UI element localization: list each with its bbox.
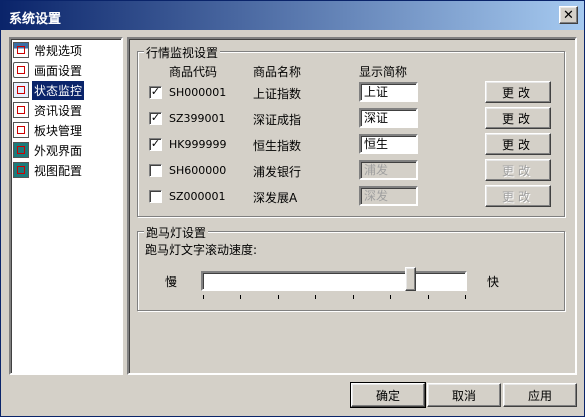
change-button-label: 更改	[501, 111, 534, 126]
cancel-button[interactable]: 取消	[427, 383, 501, 407]
row-name: 深发展A	[253, 191, 298, 205]
nav-item-1[interactable]: 常规选项	[13, 41, 84, 59]
market-group-title: 行情监视设置	[144, 44, 221, 61]
slider-tick	[203, 295, 204, 299]
view-config-icon	[13, 162, 29, 178]
change-button-label: 更改	[501, 85, 534, 100]
title-bar[interactable]: 系统设置 ✕	[1, 1, 584, 30]
slider-tick	[390, 295, 392, 299]
display-settings-icon	[13, 62, 29, 78]
nav-item-label: 常规选项	[34, 43, 83, 58]
settings-content-panel: 行情监视设置 商品代码 商品名称 显示简称 ✓ SH000001 上证指数 上证 更改 ✓…	[127, 37, 577, 375]
nav-item-label: 画面设置	[34, 63, 83, 78]
nav-item-7[interactable]: 视图配置	[13, 161, 84, 179]
slider-tick	[277, 295, 279, 299]
general-options-icon	[13, 42, 29, 58]
appearance-icon	[13, 142, 29, 158]
settings-nav-list[interactable]: 常规选项画面设置状态监控资讯设置板块管理外观界面视图配置	[9, 37, 123, 375]
nav-item-label: 板块管理	[34, 123, 83, 138]
header-code: 商品代码	[169, 65, 218, 79]
row-short-name-field[interactable]: 上证	[359, 82, 418, 102]
row-checkbox[interactable]: ✓	[149, 138, 162, 151]
row-code: SH600000	[169, 164, 227, 177]
row-short-name-field[interactable]: 浦发	[359, 160, 418, 180]
nav-item-5[interactable]: 板块管理	[13, 121, 84, 139]
settings-dialog: 系统设置 ✕ 常规选项画面设置状态监控资讯设置板块管理外观界面视图配置 行情监视…	[0, 0, 585, 417]
ok-button[interactable]: 确定	[350, 382, 426, 408]
info-settings-icon	[13, 102, 29, 118]
header-short: 显示简称	[359, 65, 408, 79]
header-name: 商品名称	[253, 65, 302, 79]
row-name: 上证指数	[253, 87, 302, 101]
nav-item-label: 资讯设置	[34, 103, 83, 118]
slider-tick	[465, 295, 466, 299]
nav-item-label: 外观界面	[34, 143, 83, 158]
row-code: SH000001	[169, 86, 227, 99]
apply-button[interactable]: 应用	[503, 383, 577, 407]
slider-tick	[427, 295, 429, 299]
row-short-name-field[interactable]: 恒生	[359, 134, 418, 154]
nav-item-label: 状态监控	[32, 80, 85, 100]
slider-tick	[240, 295, 242, 299]
window-title: 系统设置	[9, 12, 62, 27]
marquee-speed-slider-thumb[interactable]	[404, 267, 416, 291]
row-short-name-field[interactable]: 深证	[359, 108, 418, 128]
row-name: 浦发银行	[253, 165, 302, 179]
apply-button-label: 应用	[527, 388, 552, 403]
marquee-speed-label: 跑马灯文字滚动速度:	[145, 243, 258, 257]
nav-item-2[interactable]: 画面设置	[13, 61, 84, 79]
nav-item-4[interactable]: 资讯设置	[13, 101, 84, 119]
sector-manage-icon	[13, 122, 29, 138]
row-checkbox[interactable]	[149, 164, 162, 177]
close-button[interactable]: ✕	[559, 6, 578, 24]
row-name: 恒生指数	[253, 139, 302, 153]
cancel-button-label: 取消	[451, 388, 476, 403]
change-button-label: 更改	[501, 189, 534, 204]
row-change-button[interactable]: 更改	[485, 185, 551, 207]
row-code: HK999999	[169, 138, 227, 151]
row-change-button[interactable]: 更改	[485, 159, 551, 181]
ok-button-label: 确定	[375, 388, 400, 403]
row-change-button[interactable]: 更改	[485, 81, 551, 103]
row-short-name-field[interactable]: 深发	[359, 186, 418, 206]
row-code: SZ000001	[169, 190, 226, 203]
marquee-speed-slider[interactable]	[201, 271, 467, 291]
row-change-button[interactable]: 更改	[485, 133, 551, 155]
row-name: 深证成指	[253, 113, 302, 127]
row-checkbox[interactable]	[149, 190, 162, 203]
row-code: SZ399001	[169, 112, 226, 125]
status-monitor-icon	[13, 82, 29, 98]
slider-slow-label: 慢	[165, 275, 178, 289]
row-change-button[interactable]: 更改	[485, 107, 551, 129]
row-checkbox[interactable]: ✓	[149, 86, 162, 99]
close-icon: ✕	[563, 7, 574, 23]
nav-item-label: 视图配置	[34, 163, 83, 178]
slider-fast-label: 快	[487, 275, 500, 289]
slider-tick	[352, 295, 354, 299]
marquee-group-title: 跑马灯设置	[144, 224, 209, 241]
change-button-label: 更改	[501, 137, 534, 152]
change-button-label: 更改	[501, 163, 534, 178]
row-checkbox[interactable]: ✓	[149, 112, 162, 125]
nav-item-3[interactable]: 状态监控	[13, 80, 85, 100]
slider-tick	[315, 295, 317, 299]
nav-item-6[interactable]: 外观界面	[13, 141, 84, 159]
